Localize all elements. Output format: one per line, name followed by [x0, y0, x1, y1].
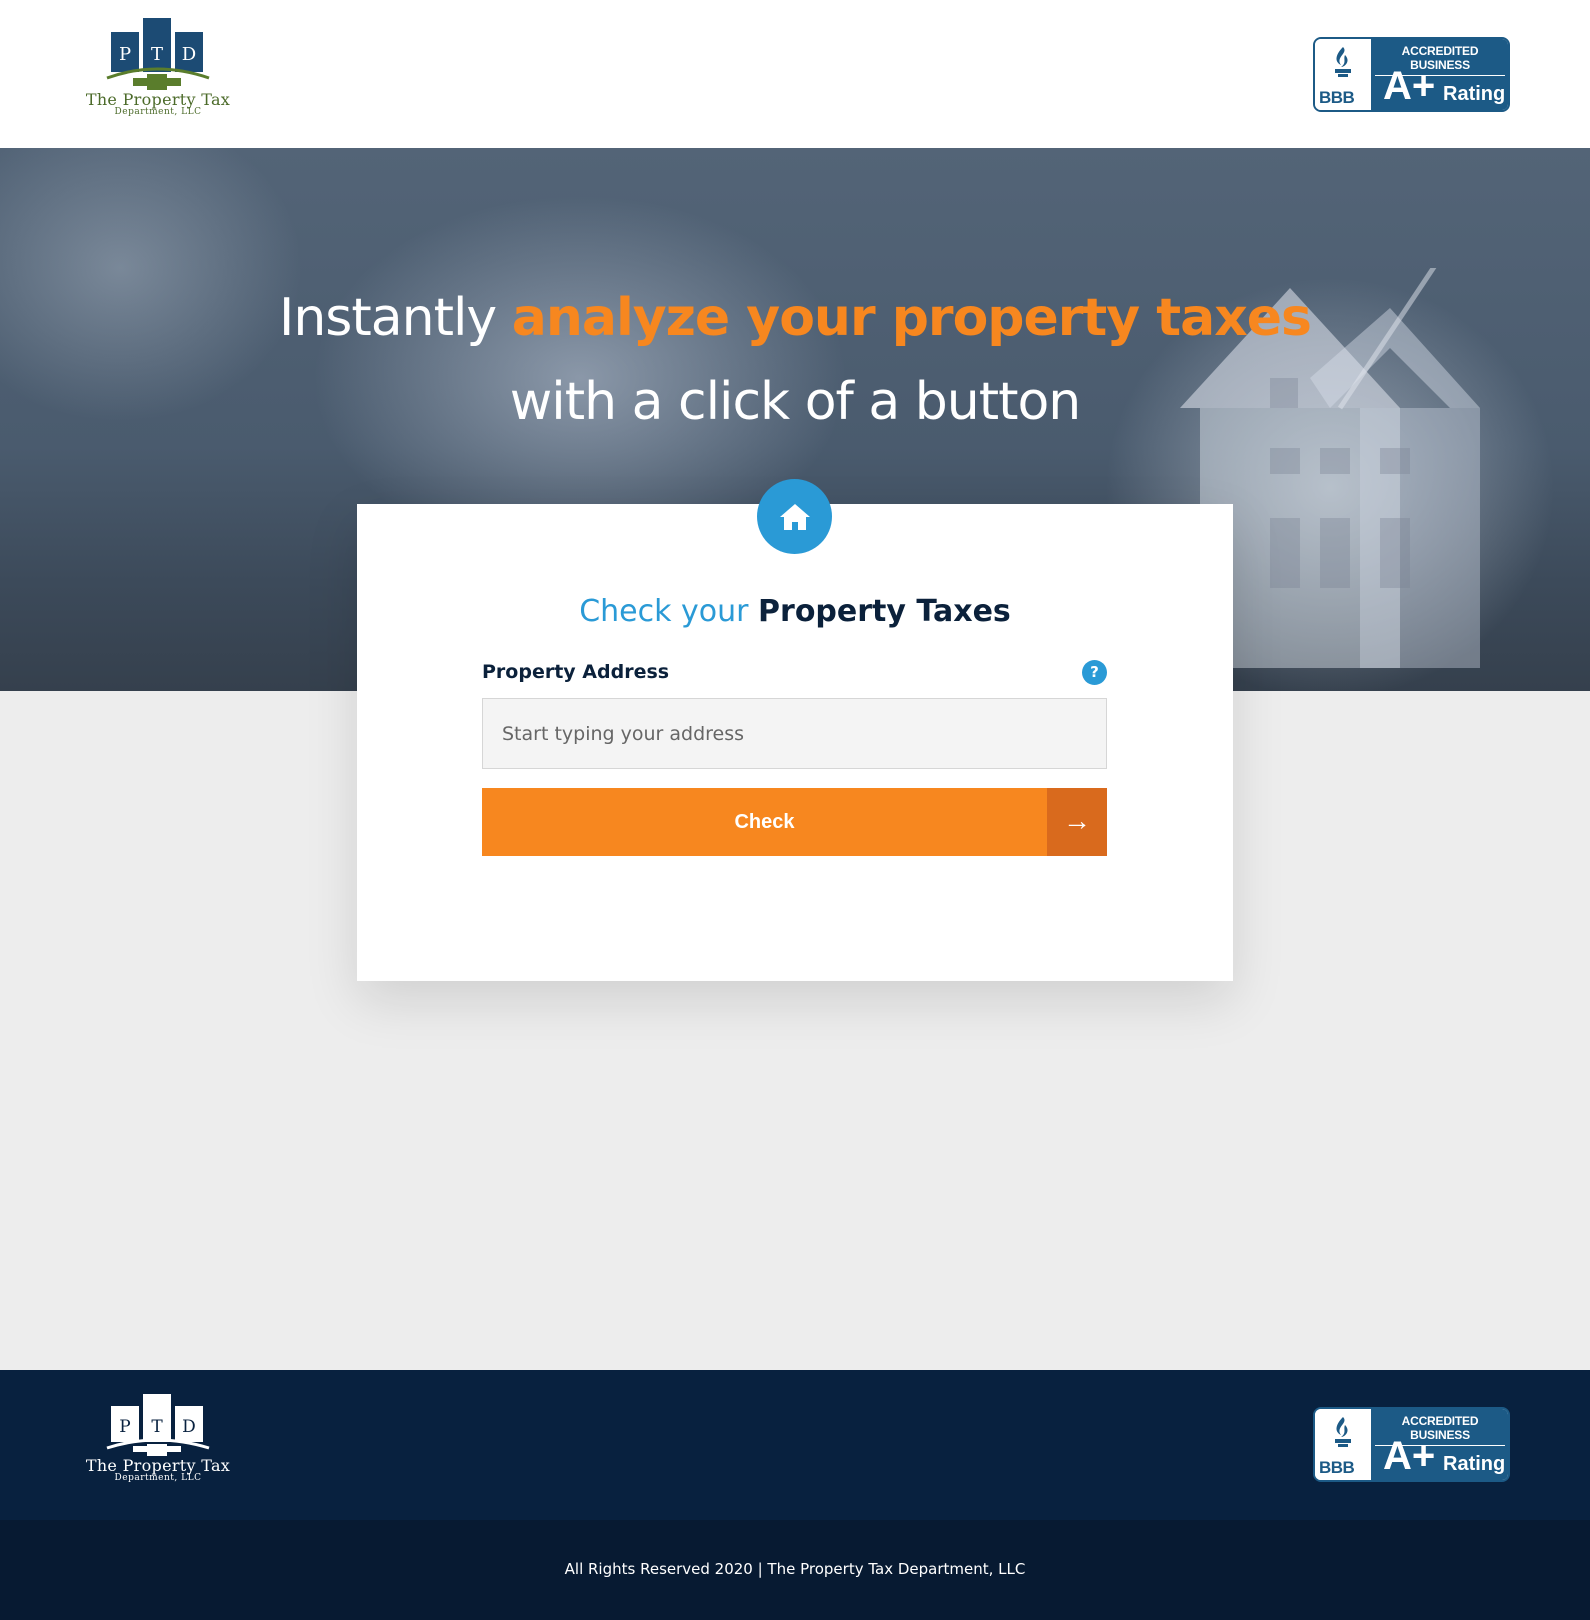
ptd-logo-mark-white: P T D: [106, 1394, 210, 1456]
hero-headline: Instantly analyze your property taxes wi…: [0, 276, 1590, 444]
bbb-letters: BBB: [1319, 88, 1355, 107]
footer-bbb-torch-panel: BBB: [1315, 1409, 1371, 1480]
property-tax-form-card: Check your Property Taxes Property Addre…: [357, 504, 1233, 981]
footer-bbb-rating-panel: ACCREDITED BUSINESS A+ Rating: [1371, 1409, 1508, 1480]
form-title-bold: Property Taxes: [758, 594, 1011, 629]
company-logo[interactable]: P T D The Property Tax Department, LLC: [78, 18, 238, 117]
bbb-rating-text: Rating: [1443, 83, 1506, 105]
check-button[interactable]: Check →: [482, 788, 1107, 856]
copyright-text: All Rights Reserved 2020 | The Property …: [564, 1560, 1026, 1578]
bbb-torch-icon: [1335, 47, 1351, 77]
property-address-input[interactable]: [482, 698, 1107, 769]
footer-logo-initial-t: T: [151, 1417, 163, 1437]
bbb-rating-panel: ACCREDITED BUSINESS A+ Rating: [1371, 39, 1508, 110]
footer-bbb-grade: A+: [1383, 1434, 1436, 1478]
footer-logo-name: The Property Tax: [85, 1456, 231, 1475]
site-header: P T D The Property Tax Department, LLC B…: [0, 0, 1590, 148]
logo-initial-d: D: [182, 44, 196, 65]
arrow-right-icon: →: [1047, 788, 1107, 856]
logo-initial-p: P: [119, 44, 131, 65]
footer-bbb-accreditation-badge[interactable]: BBB ACCREDITED BUSINESS A+ Rating: [1313, 1407, 1510, 1482]
footer-logo-initial-d: D: [182, 1417, 196, 1437]
hero-line-1: Instantly analyze your property taxes: [0, 276, 1590, 360]
ptd-logo-mark: P T D: [106, 18, 210, 90]
bbb-accreditation-badge[interactable]: BBB ACCREDITED BUSINESS A+ Rating: [1313, 37, 1510, 112]
help-icon[interactable]: ?: [1082, 660, 1107, 685]
check-button-label: Check: [734, 811, 795, 833]
logo-subtitle: Department, LLC: [114, 107, 202, 117]
logo-name: The Property Tax: [85, 90, 231, 109]
form-title-light: Check your: [579, 594, 749, 629]
hero-line-2: with a click of a button: [509, 372, 1082, 432]
property-address-label: Property Address: [482, 661, 670, 683]
footer-bbb-letters: BBB: [1319, 1458, 1355, 1477]
bbb-torch-icon: [1335, 1417, 1351, 1447]
bbb-grade: A+: [1383, 64, 1436, 108]
footer-bbb-rating-text: Rating: [1443, 1453, 1506, 1475]
bbb-torch-panel: BBB: [1315, 39, 1371, 110]
hero-accent-text: analyze your property taxes: [511, 288, 1312, 348]
footer-logo-initial-p: P: [119, 1417, 130, 1437]
hero-plain-text: Instantly: [279, 288, 497, 348]
footer-copyright-bar: All Rights Reserved 2020 | The Property …: [0, 1520, 1590, 1620]
footer-company-logo[interactable]: P T D The Property Tax Department, LLC: [78, 1394, 238, 1483]
logo-initial-t: T: [151, 44, 163, 65]
form-title: Check your Property Taxes: [357, 592, 1233, 632]
home-icon: [779, 503, 810, 530]
footer-logo-subtitle: Department, LLC: [114, 1473, 202, 1483]
home-icon-badge: [757, 479, 832, 554]
